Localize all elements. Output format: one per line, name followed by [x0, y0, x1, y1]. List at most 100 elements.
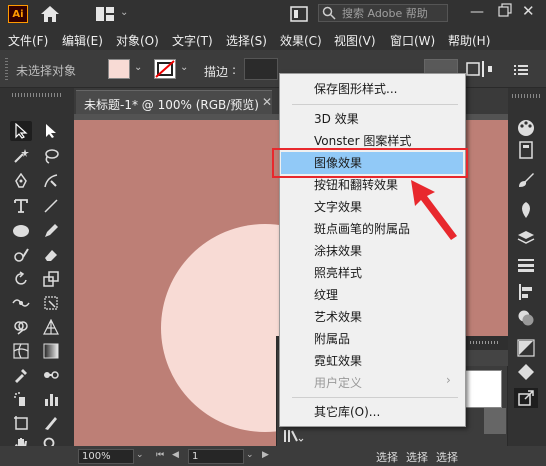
menu-object[interactable]: 对象(O) — [116, 32, 159, 49]
minimize-icon[interactable]: — — [470, 4, 484, 20]
magic-wand-tool-icon[interactable] — [10, 146, 32, 166]
scale-tool-icon[interactable] — [40, 269, 62, 289]
panel-grip[interactable] — [12, 93, 62, 97]
app-logo: Ai — [8, 5, 28, 23]
menu-effect[interactable]: 效果(C) — [280, 32, 322, 49]
chevron-down-icon[interactable]: ⌄ — [134, 62, 142, 73]
pencil-tool-icon[interactable] — [40, 221, 62, 241]
artboard-tool-icon[interactable] — [10, 413, 32, 433]
stroke-colon: : — [232, 63, 237, 77]
menu-view[interactable]: 视图(V) — [334, 32, 376, 49]
zoom-level-input[interactable]: 100% — [78, 449, 134, 464]
first-artboard-icon[interactable]: ⏮ — [156, 450, 164, 460]
selection-tool-icon[interactable] — [10, 121, 32, 141]
chevron-down-icon[interactable]: ⌄ — [246, 450, 254, 460]
status-text: 选择 — [376, 451, 398, 464]
stroke-label: 描边 — [204, 65, 229, 79]
chevron-down-icon[interactable]: ⌄ — [120, 7, 128, 18]
panel-grip[interactable] — [512, 94, 540, 98]
menu-item-3d-effects[interactable]: 3D 效果 — [280, 108, 465, 130]
menu-window[interactable]: 窗口(W) — [390, 32, 435, 49]
artboard-number-input[interactable]: 1 — [188, 449, 244, 464]
menu-type[interactable]: 文字(T) — [172, 32, 213, 49]
eyedropper-tool-icon[interactable] — [10, 365, 32, 385]
layers-icon[interactable] — [514, 228, 538, 248]
next-artboard-icon[interactable]: ▶ — [262, 450, 269, 460]
ellipse-tool-icon[interactable] — [10, 221, 32, 241]
lasso-tool-icon[interactable] — [40, 146, 62, 166]
status-text: 选择 — [406, 451, 428, 464]
selection-status: 未选择对象 — [16, 64, 77, 78]
menu-item-additive[interactable]: 附属品 — [280, 328, 465, 350]
panel-tab-strip[interactable] — [460, 350, 508, 366]
panel-toggle-icon[interactable] — [290, 6, 308, 25]
type-tool-icon[interactable] — [10, 196, 32, 216]
mesh-tool-icon[interactable] — [10, 341, 32, 361]
close-icon[interactable]: ✕ — [522, 2, 535, 20]
pathfinder-icon[interactable] — [514, 308, 538, 328]
style-thumbnail[interactable] — [484, 408, 506, 434]
graphic-styles-library-icon[interactable] — [282, 428, 304, 444]
panel-grip[interactable] — [5, 58, 8, 80]
search-icon — [322, 6, 336, 23]
line-tool-icon[interactable] — [40, 196, 62, 216]
stroke-swatch[interactable] — [154, 59, 176, 79]
menu-item-artistic-effects[interactable]: 艺术效果 — [280, 306, 465, 328]
shaper-tool-icon[interactable] — [10, 245, 32, 265]
search-placeholder: 搜索 Adobe 帮助 — [342, 7, 428, 20]
stroke-panel-icon[interactable] — [514, 255, 538, 275]
symbol-sprayer-tool-icon[interactable] — [10, 389, 32, 409]
appearance-icon[interactable] — [514, 118, 538, 138]
menu-separator — [292, 397, 458, 398]
menu-select[interactable]: 选择(S) — [226, 32, 267, 49]
document-info-icon[interactable] — [514, 140, 538, 160]
close-icon[interactable]: ✕ — [262, 95, 272, 109]
highlight-callout-box — [272, 148, 468, 178]
width-tool-icon[interactable] — [10, 293, 32, 313]
stroke-weight-input[interactable] — [244, 58, 278, 80]
style-thumbnail[interactable] — [462, 370, 502, 408]
menu-item-textures[interactable]: 纹理 — [280, 284, 465, 306]
previous-artboard-icon[interactable]: ◀ — [172, 450, 179, 460]
slice-tool-icon[interactable] — [40, 413, 62, 433]
direct-selection-tool-icon[interactable] — [40, 121, 62, 141]
home-icon[interactable] — [40, 5, 60, 26]
perspective-grid-tool-icon[interactable] — [40, 317, 62, 337]
eraser-tool-icon[interactable] — [40, 245, 62, 265]
status-text: 选择 — [436, 451, 458, 464]
gradient-tool-icon[interactable] — [40, 341, 62, 361]
transform-icon[interactable] — [466, 60, 510, 81]
graphic-styles-icon[interactable] — [514, 362, 538, 382]
symbols-icon[interactable] — [514, 200, 538, 220]
submenu-arrow-icon: › — [446, 373, 451, 387]
menu-help[interactable]: 帮助(H) — [448, 32, 490, 49]
fill-swatch[interactable] — [108, 59, 130, 79]
callout-arrow-icon — [405, 178, 461, 245]
menu-separator — [292, 104, 458, 105]
pen-tool-icon[interactable] — [10, 171, 32, 191]
chevron-down-icon[interactable]: ⌄ — [180, 62, 188, 73]
menu-item-save-graphic-styles[interactable]: 保存图形样式... — [280, 78, 465, 100]
align-icon[interactable] — [514, 282, 538, 302]
menu-item-neon-effects[interactable]: 霓虹效果 — [280, 350, 465, 372]
panel-grip[interactable] — [470, 341, 500, 344]
shape-builder-tool-icon[interactable] — [10, 317, 32, 337]
brushes-icon[interactable] — [514, 170, 538, 190]
menu-item-illuminate-styles[interactable]: 照亮样式 — [280, 262, 465, 284]
chevron-down-icon[interactable]: ⌄ — [136, 450, 144, 460]
curvature-tool-icon[interactable] — [40, 171, 62, 191]
workspace-layout-icon[interactable] — [95, 6, 115, 25]
title-bar — [0, 0, 546, 28]
maximize-icon[interactable] — [498, 3, 512, 20]
menu-file[interactable]: 文件(F) — [8, 32, 48, 49]
menu-edit[interactable]: 编辑(E) — [62, 32, 103, 49]
export-icon[interactable] — [514, 388, 538, 408]
panel-menu-icon[interactable] — [514, 64, 528, 79]
free-transform-tool-icon[interactable] — [40, 293, 62, 313]
blend-tool-icon[interactable] — [40, 365, 62, 385]
column-graph-tool-icon[interactable] — [40, 389, 62, 409]
rotate-tool-icon[interactable] — [10, 269, 32, 289]
menu-item-user-defined[interactable]: 用户定义 — [280, 372, 465, 394]
menu-item-other-library[interactable]: 其它库(O)... — [280, 401, 465, 423]
transparency-icon[interactable] — [514, 338, 538, 358]
